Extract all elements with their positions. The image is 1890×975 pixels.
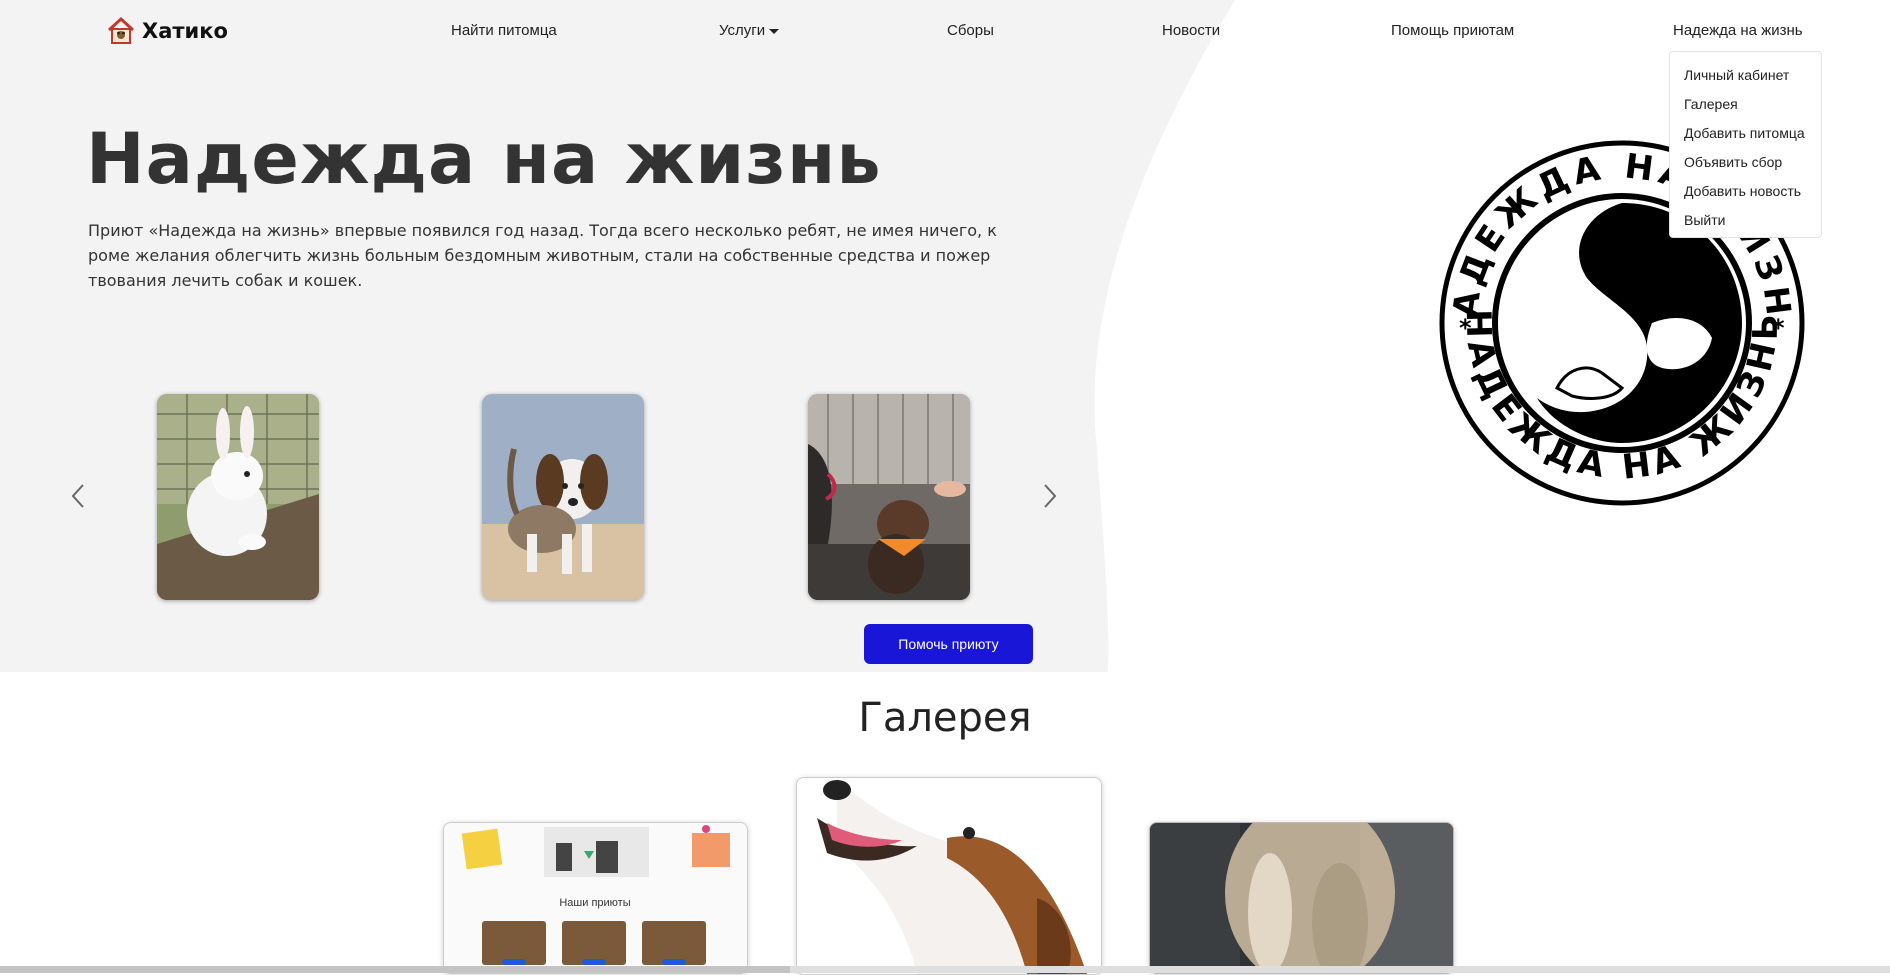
- scrollbar-track: [790, 966, 1890, 973]
- nav-services[interactable]: Услуги: [719, 22, 780, 39]
- hero-description: Приют «Надежда на жизнь» впервые появилс…: [88, 221, 997, 290]
- svg-text:*: *: [1459, 314, 1472, 342]
- dropdown-item-profile[interactable]: Личный кабинет: [1670, 62, 1821, 91]
- carousel-card-puppy[interactable]: [808, 394, 970, 600]
- svg-text:*: *: [1772, 314, 1785, 342]
- dropdown-item-add-news[interactable]: Добавить новость: [1670, 178, 1821, 207]
- gallery-title: Галерея: [858, 695, 1032, 741]
- dropdown-item-add-pet[interactable]: Добавить питомца: [1670, 120, 1821, 149]
- gallery-card-blurred[interactable]: [1149, 822, 1454, 974]
- dropdown-item-gallery[interactable]: Галерея: [1670, 91, 1821, 120]
- gallery-card-shelters[interactable]: Наши приюты: [443, 822, 748, 974]
- nav-find-pet[interactable]: Найти питомца: [451, 22, 557, 39]
- help-shelter-button[interactable]: Помочь приюту: [864, 624, 1033, 664]
- logo[interactable]: Хатико: [106, 16, 228, 46]
- dropdown-item-announce-fundraiser[interactable]: Объявить сбор: [1670, 149, 1821, 178]
- white-rabbit-photo: [157, 394, 319, 600]
- nav-news[interactable]: Новости: [1162, 22, 1220, 39]
- logo-text: Хатико: [142, 19, 228, 43]
- brown-puppy-photo: [808, 394, 970, 600]
- nav-fundraising[interactable]: Сборы: [947, 22, 994, 39]
- hero-title: Надежда на жизнь: [86, 118, 882, 200]
- top-navbar: Хатико Найти питомца Услуги Сборы Новост…: [0, 0, 1890, 66]
- caret-down-icon: [769, 28, 780, 34]
- nav-services-label: Услуги: [719, 22, 766, 39]
- carousel-prev-arrow-icon[interactable]: [70, 483, 86, 509]
- house-logo-icon: [107, 16, 135, 44]
- blurred-animal-photo: [1150, 823, 1453, 973]
- dropdown-item-logout[interactable]: Выйти: [1670, 207, 1821, 236]
- scrollbar-thumb[interactable]: [0, 966, 790, 973]
- gallery-card-dog[interactable]: [796, 777, 1102, 975]
- carousel-next-arrow-icon[interactable]: [1042, 483, 1058, 509]
- account-dropdown-menu: Личный кабинет Галерея Добавить питомца …: [1669, 51, 1822, 238]
- gallery-card-caption: Наши приюты: [559, 897, 630, 909]
- nav-hope-for-life[interactable]: Надежда на жизнь: [1673, 22, 1803, 39]
- nav-shelter-help[interactable]: Помощь приютам: [1391, 22, 1514, 39]
- horizontal-scrollbar[interactable]: [0, 966, 1890, 973]
- carousel-card-rabbit[interactable]: [157, 394, 319, 600]
- carousel-card-beagle[interactable]: [482, 394, 644, 600]
- shelters-page-screenshot: Наши приюты: [444, 823, 747, 973]
- jack-russell-dog-photo: [797, 778, 1101, 974]
- beagle-puppy-photo: [482, 394, 644, 600]
